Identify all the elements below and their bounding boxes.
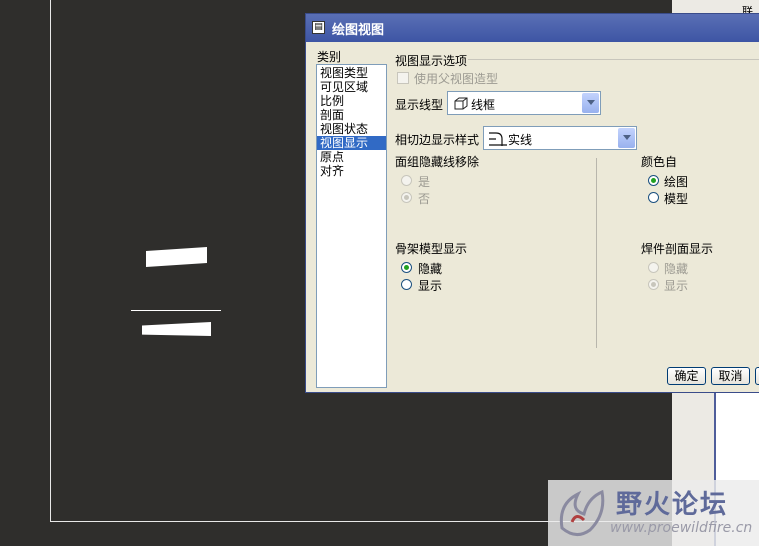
- weld-hide-label: 隐藏: [664, 262, 689, 276]
- display-style-select[interactable]: 线框: [447, 91, 601, 115]
- skeleton-display-label: 骨架模型显示: [395, 242, 468, 256]
- weld-show-radio[interactable]: [648, 279, 659, 290]
- category-label: 类别: [317, 50, 342, 64]
- skeleton-show-radio[interactable]: [401, 279, 412, 290]
- drawing-line: [131, 310, 221, 311]
- extra-button[interactable]: [755, 367, 759, 385]
- use-parent-style-checkbox[interactable]: [397, 72, 409, 84]
- skeleton-show-label: 显示: [418, 279, 443, 293]
- display-style-label: 显示线型: [395, 98, 444, 112]
- wireframe-icon: [453, 96, 469, 114]
- watermark-brand: 野火论坛: [616, 490, 729, 520]
- category-item-view-display[interactable]: 视图显示: [317, 136, 386, 150]
- group-divider: [468, 59, 759, 60]
- dialog-title: 绘图视图: [332, 23, 385, 38]
- view-display-options-label: 视图显示选项: [395, 54, 468, 68]
- category-item-view-state[interactable]: 视图状态: [317, 122, 386, 136]
- flame-logo-icon: [554, 484, 610, 543]
- watermark: 野火论坛 www.proewildfire.cn: [548, 480, 759, 546]
- dialog-title-bar[interactable]: ▤ 绘图视图: [306, 14, 759, 42]
- category-item-origin[interactable]: 原点: [317, 150, 386, 164]
- tangent-edge-value: 实线: [508, 133, 533, 147]
- category-item-alignment[interactable]: 对齐: [317, 164, 386, 178]
- category-item-view-type[interactable]: 视图类型: [317, 66, 386, 80]
- category-list[interactable]: 视图类型 可见区域 比例 剖面 视图状态 视图显示 原点 对齐: [316, 64, 387, 388]
- hidden-line-removal-label: 面组隐藏线移除: [395, 155, 480, 169]
- chevron-down-icon[interactable]: [582, 93, 599, 113]
- hidden-line-no-radio[interactable]: [401, 192, 412, 203]
- weld-hide-radio[interactable]: [648, 262, 659, 273]
- solid-line-icon: [488, 130, 508, 150]
- hidden-line-no-label: 否: [418, 192, 431, 206]
- hidden-line-yes-radio[interactable]: [401, 175, 412, 186]
- color-from-model-label: 模型: [664, 192, 689, 206]
- color-from-drawing-radio[interactable]: [648, 175, 659, 186]
- chevron-down-icon[interactable]: [618, 128, 635, 148]
- skeleton-hide-label: 隐藏: [418, 262, 443, 276]
- color-from-label: 颜色自: [641, 155, 678, 169]
- cancel-button[interactable]: 取消: [711, 367, 750, 385]
- skeleton-hide-radio[interactable]: [401, 262, 412, 273]
- tangent-edge-label: 相切边显示样式: [395, 133, 480, 147]
- watermark-url: www.proewildfire.cn: [610, 520, 753, 536]
- window-icon: ▤: [312, 21, 325, 34]
- category-item-visible-area[interactable]: 可见区域: [317, 80, 386, 94]
- ok-button[interactable]: 确定: [667, 367, 706, 385]
- category-item-scale[interactable]: 比例: [317, 94, 386, 108]
- use-parent-style-label: 使用父视图造型: [414, 72, 499, 86]
- category-item-section[interactable]: 剖面: [317, 108, 386, 122]
- display-style-value: 线框: [471, 98, 496, 112]
- weld-show-label: 显示: [664, 279, 689, 293]
- drawing-view-dialog: ▤ 绘图视图 类别 视图类型 可见区域 比例 剖面 视图状态 视图显示 原点 对…: [305, 13, 759, 393]
- color-from-drawing-label: 绘图: [664, 175, 689, 189]
- color-from-model-radio[interactable]: [648, 192, 659, 203]
- weld-section-display-label: 焊件剖面显示: [641, 242, 714, 256]
- tangent-edge-select[interactable]: 实线: [483, 126, 637, 150]
- hidden-line-yes-label: 是: [418, 175, 431, 189]
- column-separator: [596, 158, 597, 348]
